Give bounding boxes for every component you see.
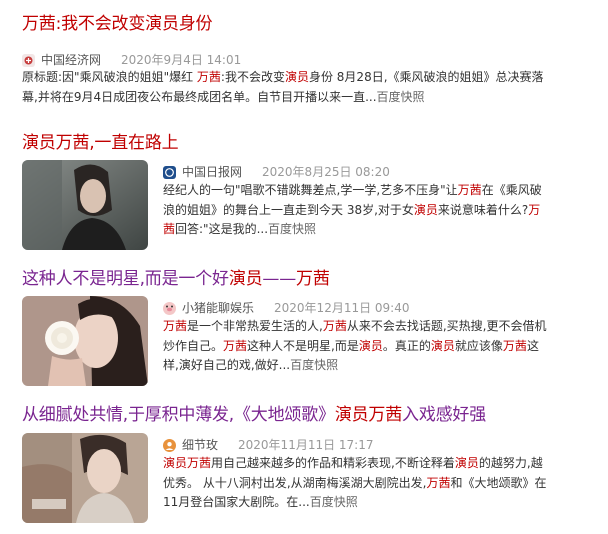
result-thumbnail-2[interactable] [22, 160, 148, 250]
abstract-text: 原标题:因"乘风破浪的姐姐"爆红 [22, 70, 197, 84]
abstract-text: 幕,并将在9月4日成团夜公布最终成团名单。自节目开播以来一直... [22, 89, 377, 104]
result-abstract-3: 万茜是一个非常热爱生活的人,万茜从来不会去找话题,买热搜,更不会借机 炒作自己。… [163, 317, 593, 376]
result-meta-2: 中国日报网 2020年8月25日 08:20 [163, 164, 390, 180]
title-part: :我不会改变 [55, 14, 146, 34]
search-result-3: 这种人不是明星,而是一个好演员——万茜 小猪能聊娱乐 2020年12月11日 0… [0, 255, 608, 390]
abstract-text: 身份 8月28日,《乘风破浪的姐姐》总决赛落 [308, 70, 544, 84]
abstract-text: 用自己越来越多的作品和精彩表现,不断诠释着 [211, 456, 455, 470]
abstract-highlight: 演员 [284, 70, 309, 84]
abstract-highlight: 演员 [163, 456, 188, 470]
abstract-highlight: 万茜 [502, 338, 527, 353]
abstract-highlight: 万茜 [322, 319, 347, 333]
abstract-text: 的越努力,越 [478, 456, 543, 470]
abstract-text: 在《乘风破 [481, 183, 542, 197]
abstract-highlight: 演员 [454, 456, 479, 470]
abstract-text: 11月登台国家大剧院。在... [163, 495, 310, 509]
abstract-text: 来说意味着什么? [437, 202, 529, 217]
title-part: 演员 [22, 133, 56, 153]
abstract-highlight: 万茜 [426, 475, 451, 490]
abstract-highlight: 万茜 [196, 70, 221, 84]
abstract-text: 是一个非常热爱生活的人, [187, 319, 323, 333]
abstract-highlight: 万茜 [457, 183, 482, 197]
title-keyword: 演员 [228, 269, 263, 289]
result-title-4[interactable]: 从细腻处共情,于厚积中薄发,《大地颂歌》演员万茜入戏感好强 [22, 404, 486, 426]
abstract-highlight: 演员 [430, 338, 455, 353]
abstract-text: 炒作自己。 [163, 338, 224, 353]
source-name[interactable]: 中国经济网 [41, 52, 101, 68]
title-part: 从细腻处共情,于厚积中薄发,《大地颂歌》 [22, 405, 335, 425]
title-part: 演员 [145, 14, 179, 34]
result-abstract-4: 演员万茜用自己越来越多的作品和精彩表现,不断诠释着演员的越努力,越 优秀。 从十… [163, 454, 593, 513]
title-part: ,一直在路上 [89, 133, 179, 153]
title-part: —— [262, 269, 297, 289]
abstract-text: 样,演好自己的戏,做好... [163, 358, 291, 372]
publish-date: 2020年11月11日 17:17 [238, 438, 374, 452]
title-part: 万茜 [55, 133, 90, 153]
abstract-text: 经纪人的一句"唱歌不错跳舞差点,学一学,艺多不压身"让 [163, 183, 458, 197]
search-result-4: 从细腻处共情,于厚积中薄发,《大地颂歌》演员万茜入戏感好强 细节玫 2020年1… [0, 390, 608, 534]
abstract-text: 就应该像 [454, 338, 503, 353]
snapshot-link[interactable]: 百度快照 [310, 495, 358, 509]
title-part: 身份 [178, 14, 213, 34]
source-name[interactable]: 中国日报网 [182, 164, 242, 180]
title-part: 入戏感好强 [402, 405, 487, 425]
title-part: 这种人不是明星,而是一个好 [22, 269, 229, 289]
result-thumbnail-3[interactable] [22, 296, 148, 386]
snapshot-link[interactable]: 百度快照 [268, 222, 316, 236]
result-thumbnail-4[interactable] [22, 433, 148, 523]
abstract-text: 优秀。 从十八洞村出发,从湖南梅溪湖大剧院出发, [163, 475, 427, 490]
result-meta-3: 小猪能聊娱乐 2020年12月11日 09:40 [163, 300, 410, 316]
result-title-1[interactable]: 万茜:我不会改变演员身份 [22, 13, 213, 35]
result-abstract-2: 经纪人的一句"唱歌不错跳舞差点,学一学,艺多不压身"让万茜在《乘风破 浪的姐姐》… [163, 181, 593, 240]
result-meta-1: 中国经济网 2020年9月4日 14:01 [22, 52, 241, 68]
abstract-highlight: 万茜 [223, 338, 248, 353]
result-meta-4: 细节玫 2020年11月11日 17:17 [163, 437, 374, 453]
source-name[interactable]: 小猪能聊娱乐 [182, 300, 254, 316]
abstract-text: :我不会改变 [220, 70, 285, 84]
abstract-text: 回答:"这是我的... [175, 222, 269, 236]
publish-date: 2020年9月4日 14:01 [121, 53, 242, 67]
publish-date: 2020年12月11日 09:40 [274, 301, 410, 315]
abstract-text: 和《大地颂歌》在 [450, 475, 547, 490]
china-daily-favicon [163, 165, 176, 179]
result-abstract-1: 原标题:因"乘风破浪的姐姐"爆红 万茜:我不会改变演员身份 8月28日,《乘风破… [22, 68, 592, 107]
abstract-highlight: 演员 [413, 202, 438, 217]
abstract-text: 这种人不是明星,而是 [247, 338, 359, 353]
abstract-highlight: 万茜 [163, 319, 188, 333]
search-result-1: 万茜:我不会改变演员身份 中国经济网 2020年9月4日 14:01 原标题:因… [0, 0, 608, 120]
abstract-text: 从来不会去找话题,买热搜,更不会借机 [346, 319, 547, 333]
publish-date: 2020年8月25日 08:20 [262, 165, 390, 179]
snapshot-link[interactable]: 百度快照 [377, 90, 425, 104]
abstract-text: 这 [526, 338, 539, 353]
title-keyword: 万茜 [296, 269, 330, 289]
abstract-text: 。真正的 [382, 338, 431, 353]
result-title-2[interactable]: 演员万茜,一直在路上 [22, 132, 179, 154]
detail-avatar-icon [163, 438, 176, 452]
abstract-highlight: 茜 [163, 222, 176, 236]
abstract-highlight: 万 [528, 202, 541, 217]
china-economy-favicon [22, 53, 35, 67]
abstract-highlight: 演员 [358, 338, 383, 353]
title-keyword: 演员 [334, 405, 369, 425]
abstract-highlight: 万茜 [187, 456, 212, 470]
abstract-text: 浪的姐姐》的舞台上一直走到今天 38岁,对于女 [163, 202, 414, 217]
piggy-avatar-icon [163, 301, 176, 315]
title-keyword: 万茜 [368, 405, 403, 425]
search-result-2: 演员万茜,一直在路上 中国日报网 2020年8月25日 08:20 经纪人的一句… [0, 120, 608, 255]
title-part: 万茜 [22, 14, 56, 34]
source-name[interactable]: 细节玫 [182, 437, 218, 453]
result-title-3[interactable]: 这种人不是明星,而是一个好演员——万茜 [22, 268, 330, 290]
snapshot-link[interactable]: 百度快照 [290, 358, 338, 372]
